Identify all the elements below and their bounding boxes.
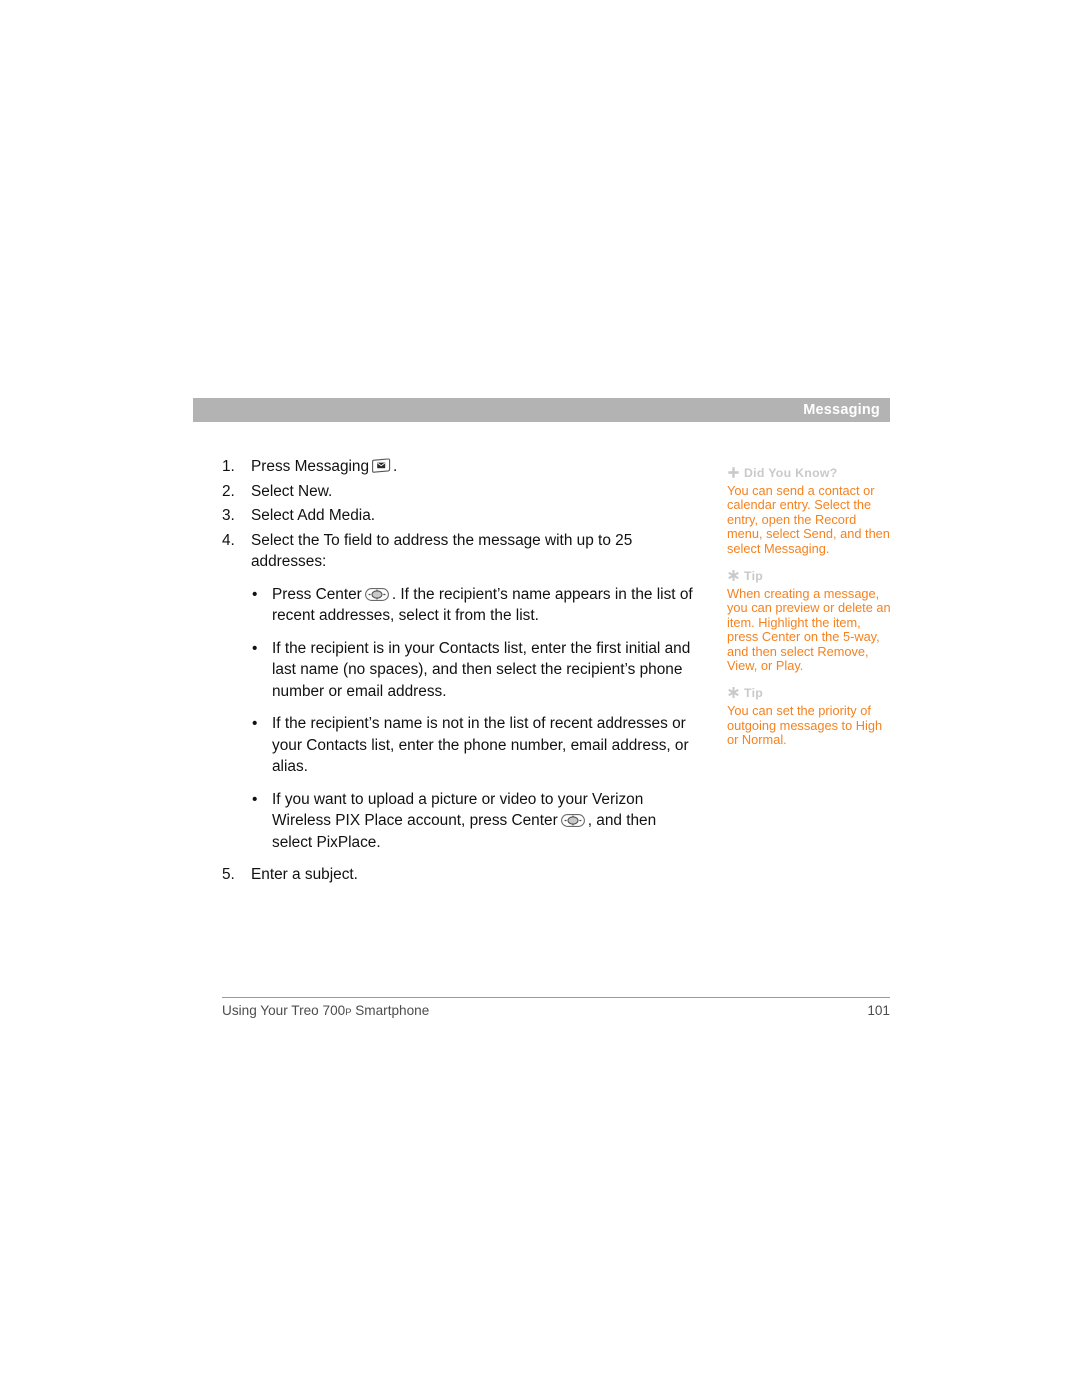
page-footer: Using Your Treo 700P Smartphone 101	[222, 1003, 890, 1023]
tip-block-tip-1: Tip When creating a message, you can pre…	[727, 569, 892, 673]
bullet-text: Press Center	[272, 585, 362, 603]
plus-icon	[727, 466, 740, 483]
instruction-column: 1. Press Messaging. 2. Select New. 3. Se…	[222, 456, 700, 889]
tip-block-tip-2: Tip You can set the priority of outgoing…	[727, 686, 892, 747]
step-text: Select the To field to address the messa…	[251, 531, 633, 571]
step-number: 1.	[222, 458, 235, 475]
bullet-text: If the recipient is in your Contacts lis…	[272, 639, 691, 700]
bullet-marker: •	[252, 639, 258, 657]
step-text: Select New.	[251, 482, 333, 500]
asterisk-icon	[727, 569, 740, 586]
footer-book-title: Using Your Treo 700P Smartphone	[222, 1003, 429, 1018]
bullet-marker: •	[252, 585, 258, 603]
footer-title-text-2: Smartphone	[355, 1003, 430, 1018]
tip-heading-label: Did You Know?	[744, 466, 838, 480]
list-item: • If you want to upload a picture or vide…	[222, 789, 700, 854]
tip-heading: Did You Know?	[727, 466, 892, 483]
page-number: 101	[867, 1003, 890, 1018]
step-number: 5.	[222, 866, 235, 883]
tip-body: When creating a message, you can preview…	[727, 586, 891, 674]
tips-sidebar: Did You Know? You can send a contact or …	[727, 466, 892, 748]
step-text: Press Messaging	[251, 458, 370, 475]
step-number: 4.	[222, 531, 235, 549]
tip-block-did-you-know: Did You Know? You can send a contact or …	[727, 466, 892, 556]
tip-heading: Tip	[727, 686, 892, 703]
five-way-center-icon	[364, 587, 390, 602]
tip-body: You can send a contact or calendar entry…	[727, 483, 890, 556]
footer-title-superscript: P	[345, 1006, 352, 1017]
five-way-center-icon	[560, 813, 586, 828]
messaging-key-icon	[371, 457, 391, 474]
running-header-bar: Messaging	[193, 398, 890, 422]
numbered-step: 4. Select the To field to address the me…	[222, 530, 700, 573]
step-text-after: .	[393, 458, 398, 475]
step-text: Select Add Media.	[251, 507, 376, 524]
list-item: • If the recipient is in your Contacts li…	[222, 638, 700, 703]
numbered-step: 5. Enter a subject.	[222, 864, 700, 886]
numbered-step: 3. Select Add Media.	[222, 505, 700, 527]
step-number: 2.	[222, 482, 235, 500]
sub-bullet-list: • Press Center. If the recipient’s name a…	[222, 584, 700, 854]
tip-heading-label: Tip	[744, 569, 764, 584]
tip-heading: Tip	[727, 569, 892, 586]
manual-page: Messaging 1. Press Messaging. 2. Select …	[0, 0, 1080, 1397]
bullet-marker: •	[252, 715, 258, 732]
step-number: 3.	[222, 507, 235, 524]
bullet-text: If the recipient’s name is not in the li…	[272, 715, 689, 775]
numbered-step: 1. Press Messaging.	[222, 456, 700, 478]
numbered-step: 2. Select New.	[222, 481, 700, 503]
footer-title-text: Using Your Treo 700	[222, 1003, 346, 1018]
page-title: Messaging	[803, 401, 880, 418]
tip-heading-label: Tip	[744, 686, 764, 701]
list-item: • Press Center. If the recipient’s name a…	[222, 584, 700, 627]
bullet-marker: •	[252, 790, 258, 808]
asterisk-icon	[727, 686, 740, 703]
footer-divider	[222, 997, 890, 998]
tip-body: You can set the priority of outgoing mes…	[727, 703, 883, 748]
step-text: Enter a subject.	[251, 866, 358, 883]
list-item: • If the recipient’s name is not in the l…	[222, 713, 700, 778]
